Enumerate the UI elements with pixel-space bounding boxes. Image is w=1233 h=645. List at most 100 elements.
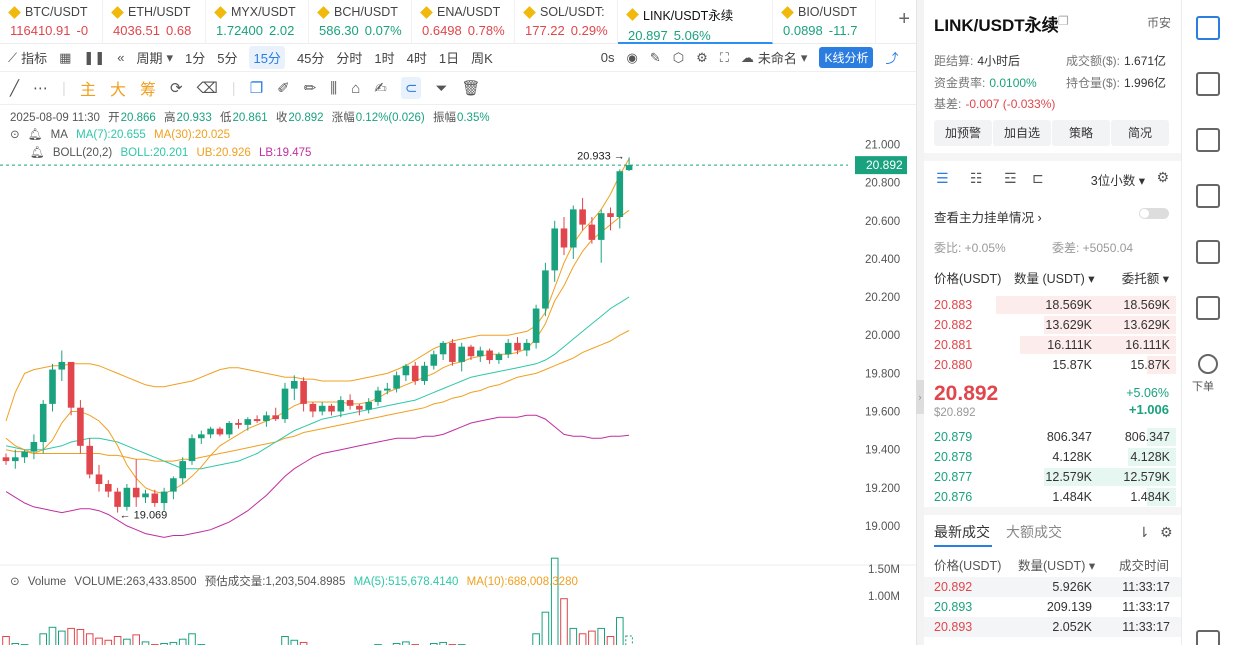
big-order-button[interactable]: 大 <box>110 76 126 100</box>
trend-line-icon[interactable]: ╱ <box>10 79 19 97</box>
period-dropdown[interactable]: 周期 ▾ <box>136 48 173 67</box>
interval-0[interactable]: 1分 <box>185 46 205 69</box>
ask-row[interactable]: 20.883 18.569K 18.569K <box>924 295 1181 315</box>
kline-chart[interactable]: 2025-08-09 11:30 开20.866 高20.933 低20.861… <box>0 105 918 645</box>
settings-icon[interactable]: ⚙ <box>1156 169 1169 186</box>
sort-icon[interactable]: ⇂ <box>1138 524 1150 541</box>
ob-total: 13.629K <box>1123 318 1170 332</box>
bar-chart-icon[interactable] <box>1196 240 1220 264</box>
bid-row[interactable]: 20.879 806.347 806.347 <box>924 427 1181 447</box>
copy-icon[interactable]: ❐ <box>250 79 263 97</box>
collapse-icon[interactable]: ⊙ <box>10 129 20 141</box>
bid-row[interactable]: 20.877 12.579K 12.579K <box>924 467 1181 487</box>
pause-icon[interactable]: ❚❚ <box>83 50 105 66</box>
etf-icon[interactable] <box>1196 296 1220 320</box>
chips-button[interactable]: 筹 <box>140 76 156 100</box>
tab-1[interactable]: ETH/USDT 4036.51 0.68 <box>103 0 206 44</box>
add-alert-button[interactable]: 加预警 <box>934 120 992 146</box>
chart-canvas[interactable]: 21.000 20.800 20.600 20.400 20.200 20.000 19.8… <box>0 105 918 645</box>
settings-icon[interactable]: ⚙ <box>1160 524 1173 541</box>
interval-3[interactable]: 45分 <box>297 46 324 69</box>
pencil-icon[interactable]: ✎ <box>650 50 661 66</box>
ob-header-qty[interactable]: 数量 (USDT) ▾ <box>1014 268 1095 287</box>
bell-icon[interactable]: 🔔︎ <box>28 129 43 141</box>
orderbook-bids-icon[interactable]: ☷ <box>970 170 983 187</box>
volume-bar <box>113 636 122 645</box>
main-force-button[interactable]: 主 <box>80 76 96 100</box>
tab-3[interactable]: BCH/USDT 586.30 0.07% <box>309 0 412 44</box>
ruler-icon[interactable]: ✐ <box>277 79 290 97</box>
filter-icon[interactable]: ⏷ <box>435 80 447 97</box>
orderbook-both-icon[interactable]: ☰ <box>936 170 949 187</box>
candle-body <box>263 415 270 422</box>
panel-splitter[interactable] <box>916 0 924 645</box>
settings-icon[interactable]: ⚙ <box>696 50 708 66</box>
sync-icon[interactable]: ⟳ <box>170 79 183 97</box>
note-icon[interactable]: ✍ <box>374 79 387 97</box>
seconds-button[interactable]: 0s <box>601 50 615 65</box>
magnet-icon[interactable]: ⊂ <box>400 77 422 99</box>
order-label[interactable]: 下单 <box>1192 378 1214 394</box>
tab-latest-trades[interactable]: 最新成交 <box>934 522 990 542</box>
trade-header-qty[interactable]: 数量(USDT) ▾ <box>1018 555 1095 574</box>
decimals-dropdown[interactable]: 3位小数 ▾ <box>1091 170 1145 189</box>
calendar-icon[interactable] <box>1196 630 1220 645</box>
tab-5[interactable]: SOL/USDT: 177.22 0.29% <box>515 0 618 44</box>
rewind-icon[interactable]: « <box>117 50 124 65</box>
interval-4[interactable]: 分时 <box>336 46 362 69</box>
ob-header-total[interactable]: 委托额 ▾ <box>1122 268 1169 287</box>
dollar-icon[interactable] <box>1196 128 1220 152</box>
tab-large-trades[interactable]: 大额成交 <box>1006 522 1062 542</box>
ob-total: 16.111K <box>1125 338 1170 352</box>
main-force-orders-link[interactable]: 查看主力挂单情况 › <box>934 207 1042 226</box>
chart-up-icon[interactable] <box>1196 184 1220 208</box>
exchange-label[interactable]: 币安 <box>1147 14 1171 31</box>
orderbook-asks-icon[interactable]: ☲ <box>1004 170 1017 187</box>
fullscreen-icon[interactable]: ⛶ <box>720 50 729 66</box>
calendar-icon[interactable]: ▦ <box>59 50 71 66</box>
orderbook-depth-icon[interactable]: ⊏ <box>1032 170 1044 187</box>
trash-icon[interactable]: 🗑 <box>461 79 480 97</box>
bid-row[interactable]: 20.878 4.128K 4.128K <box>924 447 1181 467</box>
bid-row[interactable]: 20.876 1.484K 1.484K <box>924 487 1181 507</box>
ask-row[interactable]: 20.880 15.87K 15.87K <box>924 355 1181 375</box>
interval-5[interactable]: 1时 <box>374 46 394 69</box>
interval-1[interactable]: 5分 <box>217 46 237 69</box>
tab-6[interactable]: LINK/USDT永续 20.897 5.06% <box>618 0 773 44</box>
collapse-arrow-icon[interactable]: › <box>916 380 924 414</box>
shield-icon[interactable]: ⬡ <box>673 50 684 66</box>
volume-bar <box>532 633 540 645</box>
interval-2[interactable]: 15分 <box>249 46 285 69</box>
strategy-button[interactable]: 策略 <box>1052 120 1110 146</box>
layout-dropdown[interactable]: ☁ 未命名 ▾ <box>741 48 808 67</box>
indicator-button[interactable]: ⟋ 指标 <box>8 48 47 67</box>
add-tab-icon[interactable]: + <box>898 8 910 31</box>
lock-icon[interactable]: ⌂ <box>351 80 360 97</box>
tab-0[interactable]: BTC/USDT 116410.91 -0 <box>0 0 103 44</box>
binance-icon <box>626 8 639 21</box>
brush-icon[interactable]: ✏ <box>304 79 317 97</box>
interval-7[interactable]: 1日 <box>439 46 459 69</box>
overview-button[interactable]: 简况 <box>1111 120 1169 146</box>
order-icon[interactable] <box>1198 354 1218 374</box>
camera-icon[interactable]: ◉ <box>627 50 638 66</box>
main-force-toggle[interactable] <box>1139 208 1169 219</box>
grid-icon[interactable] <box>1196 16 1220 40</box>
candles-icon[interactable]: ⫼ <box>330 80 337 97</box>
tab-2[interactable]: MYX/USDT 1.72400 2.02 <box>206 0 309 44</box>
share-icon[interactable]: ⤴ <box>885 48 898 67</box>
copy-icon[interactable]: ❐ <box>1058 14 1069 28</box>
more-icon[interactable]: ⋯ <box>33 79 48 97</box>
eraser-icon[interactable]: ⌫ <box>197 79 218 97</box>
add-watchlist-button[interactable]: 加自选 <box>993 120 1051 146</box>
tab-4[interactable]: ENA/USDT 0.6498 0.78% <box>412 0 515 44</box>
tab-7[interactable]: BIO/USDT 0.0898 -11.7 <box>773 0 876 44</box>
ask-row[interactable]: 20.881 16.111K 16.111K <box>924 335 1181 355</box>
kline-analysis-button[interactable]: K线分析 <box>819 47 874 68</box>
document-icon[interactable] <box>1196 72 1220 96</box>
interval-6[interactable]: 4时 <box>407 46 427 69</box>
collapse-icon[interactable]: ⊙ <box>10 576 20 588</box>
interval-8[interactable]: 周K <box>471 46 493 69</box>
bell-icon[interactable]: 🔔︎ <box>30 147 45 159</box>
ask-row[interactable]: 20.882 13.629K 13.629K <box>924 315 1181 335</box>
